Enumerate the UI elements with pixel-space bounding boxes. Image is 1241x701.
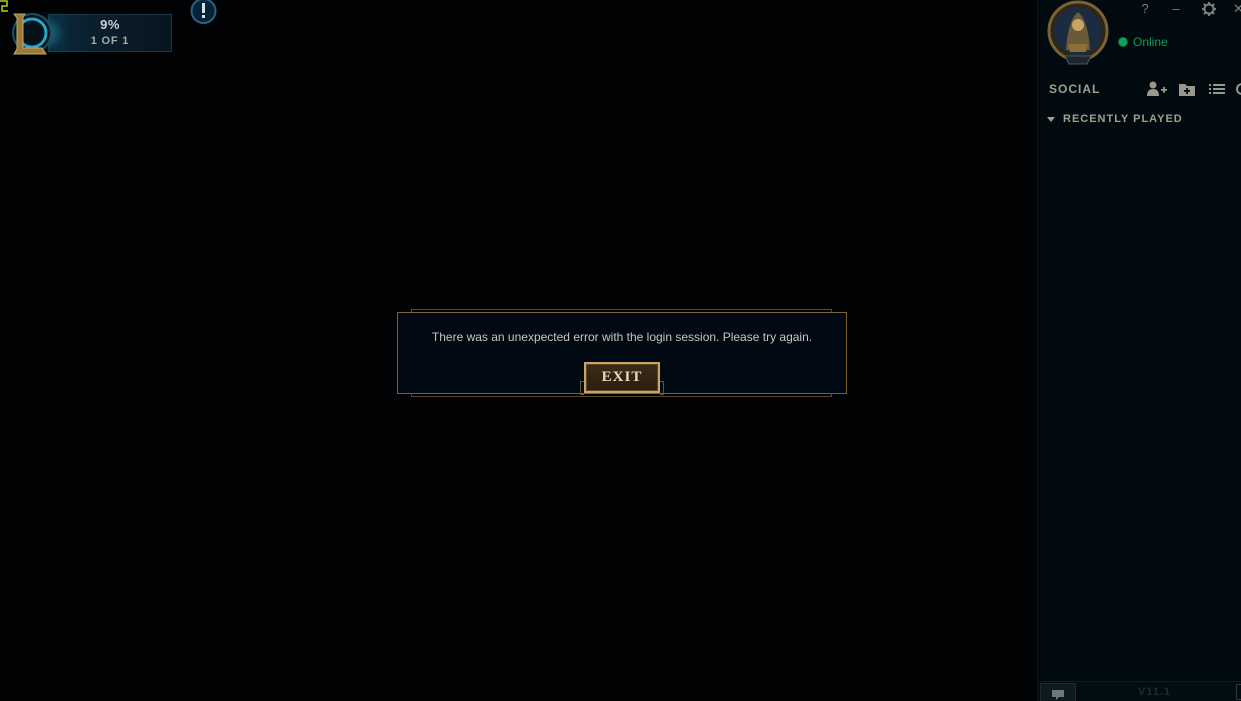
group-label: RECENTLY PLAYED bbox=[1063, 113, 1183, 125]
corner-bracket-icon bbox=[0, 0, 8, 12]
list-view-icon[interactable] bbox=[1206, 80, 1228, 98]
group-recently-played[interactable]: RECENTLY PLAYED bbox=[1046, 112, 1183, 126]
online-status-dot bbox=[1118, 37, 1128, 47]
error-message: There was an unexpected error with the l… bbox=[431, 330, 813, 344]
close-button[interactable]: ✕ bbox=[1233, 0, 1241, 18]
add-folder-icon[interactable] bbox=[1176, 80, 1198, 98]
patcher-count: 1 OF 1 bbox=[90, 35, 130, 47]
social-title: SOCIAL bbox=[1049, 82, 1101, 96]
avatar[interactable] bbox=[1046, 0, 1110, 66]
gear-icon[interactable] bbox=[1201, 1, 1217, 17]
chat-icon bbox=[1052, 690, 1064, 700]
client-window: 9% 1 OF 1 Online ? – ✕ SOCIAL RECENTLY P… bbox=[0, 0, 1241, 701]
patcher-percent: 9% bbox=[100, 17, 120, 32]
exit-button[interactable]: EXIT bbox=[584, 362, 660, 393]
chevron-down-icon bbox=[1047, 117, 1055, 122]
add-friend-icon[interactable] bbox=[1146, 80, 1168, 98]
more-options-icon[interactable] bbox=[1234, 80, 1241, 98]
version-label: V11.1 bbox=[1138, 686, 1172, 698]
exit-frame-right bbox=[660, 381, 664, 395]
minimize-button[interactable]: – bbox=[1169, 0, 1183, 18]
social-sidebar: Online ? – ✕ SOCIAL RECENTLY PLAYED V11.… bbox=[1037, 0, 1241, 701]
sidebar-footer: V11.1 bbox=[1038, 681, 1241, 701]
exit-button-frame: EXIT bbox=[580, 361, 664, 397]
chat-button[interactable] bbox=[1040, 683, 1076, 701]
help-button[interactable]: ? bbox=[1138, 0, 1152, 18]
online-status-label: Online bbox=[1133, 35, 1168, 49]
patcher-progress: 9% 1 OF 1 bbox=[8, 10, 174, 56]
footer-tab[interactable] bbox=[1236, 684, 1241, 700]
exclamation-icon[interactable] bbox=[189, 0, 218, 24]
